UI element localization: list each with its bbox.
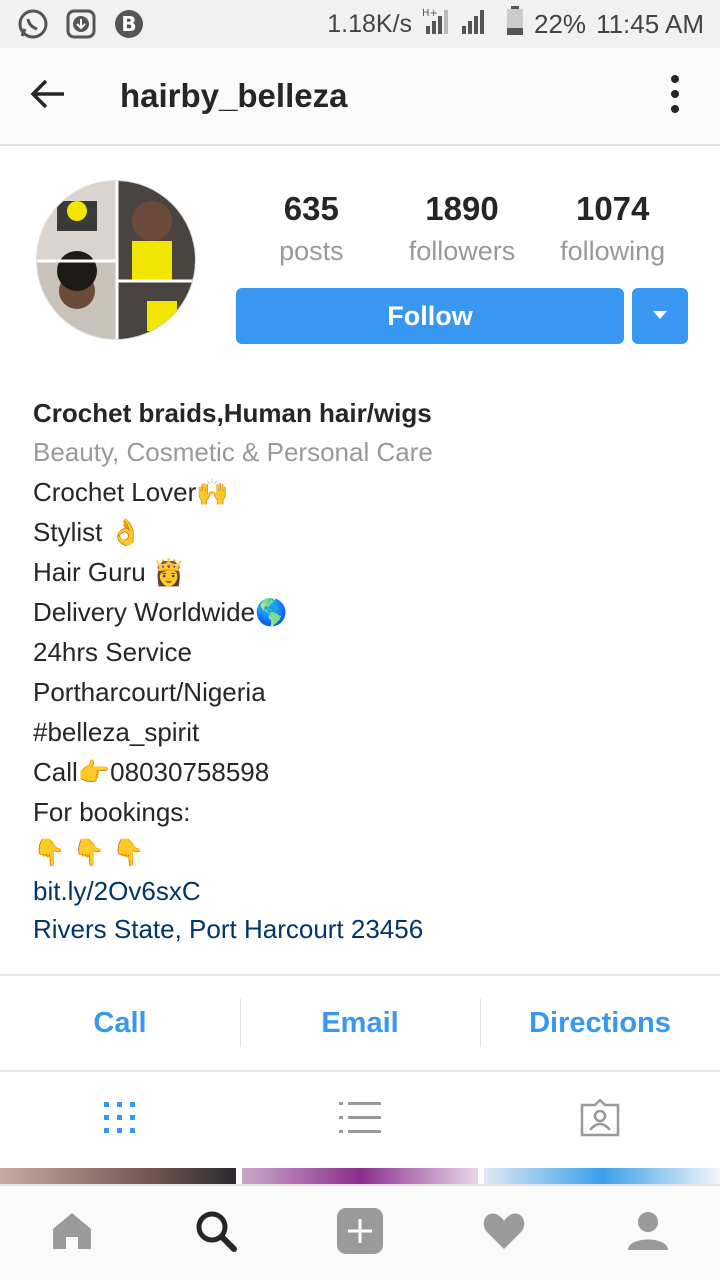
bio-line: 👇 👇 👇 (33, 837, 145, 867)
tab-list[interactable] (240, 1072, 480, 1168)
profile-stats: 635 posts 1890 followers 1074 following (236, 190, 688, 267)
post-thumbnail[interactable] (0, 1168, 236, 1184)
whatsapp-icon (16, 7, 50, 41)
add-post-icon (336, 1207, 384, 1260)
back-arrow-icon (30, 78, 66, 115)
posts-grid (0, 1168, 720, 1184)
followers-count-value: 1890 (425, 190, 499, 227)
clock: 11:45 AM (596, 8, 704, 39)
post-thumbnail[interactable] (484, 1168, 720, 1184)
signal-icon: H+ (422, 6, 496, 43)
bio-line: Stylist 👌 (33, 517, 142, 547)
followers-count-label: followers (408, 236, 516, 266)
home-icon (51, 1211, 93, 1256)
bio-category: Beauty, Cosmetic & Personal Care (33, 437, 433, 467)
directions-button[interactable]: Directions (480, 999, 720, 1047)
bottom-navigation (0, 1184, 720, 1280)
profile-avatar[interactable] (36, 180, 196, 340)
suggestions-dropdown-button[interactable] (632, 288, 688, 344)
profile-header: hairby_belleza (0, 48, 720, 146)
tagged-photos-icon (579, 1097, 621, 1142)
bio-line: For bookings: (33, 797, 191, 827)
bio-line: Hair Guru 👸 (33, 557, 186, 587)
tab-grid[interactable] (0, 1072, 240, 1168)
follow-button[interactable]: Follow (236, 288, 624, 344)
bio-website-link[interactable]: bit.ly/2Ov6sxC (33, 872, 693, 910)
profile-bio: Crochet braids,Human hair/wigs Beauty, C… (33, 394, 693, 948)
nav-home[interactable] (0, 1186, 144, 1280)
email-button[interactable]: Email (240, 999, 480, 1047)
network-speed: 1.18K/s (327, 9, 413, 38)
bio-line: Delivery Worldwide🌎 (33, 597, 288, 627)
search-icon (195, 1210, 237, 1257)
posts-count-value: 635 (283, 190, 339, 227)
profile-icon (627, 1210, 669, 1257)
profile-view-tabs (0, 1072, 720, 1168)
svg-text:B: B (121, 12, 136, 36)
nav-search[interactable] (144, 1186, 288, 1280)
caret-down-icon (652, 307, 668, 325)
download-icon (64, 7, 98, 41)
grid-icon (102, 1100, 138, 1141)
call-button[interactable]: Call (0, 999, 240, 1047)
bio-name: Crochet braids,Human hair/wigs (33, 398, 432, 428)
battery-level: 22% (534, 8, 587, 39)
nav-new-post[interactable] (288, 1186, 432, 1280)
posts-count[interactable]: 635 posts (236, 190, 387, 267)
bio-line: Call👉08030758598 (33, 757, 270, 787)
list-icon (339, 1100, 381, 1141)
bio-line: 24hrs Service (33, 637, 192, 667)
post-thumbnail[interactable] (242, 1168, 478, 1184)
status-bar: B 1.18K/s H+ 22% 11:45 AM (0, 0, 720, 48)
contact-actions: Call Email Directions (0, 974, 720, 1072)
heart-icon (482, 1211, 526, 1256)
more-vertical-icon (670, 74, 680, 119)
profile-username: hairby_belleza (120, 77, 348, 114)
following-count-value: 1074 (575, 190, 650, 227)
bio-line: Crochet Lover🙌 (33, 477, 229, 507)
following-count-label: following (560, 236, 666, 266)
back-button[interactable] (0, 47, 96, 145)
battery-icon (506, 5, 524, 43)
posts-count-label: posts (279, 236, 344, 266)
following-count[interactable]: 1074 following (537, 190, 688, 267)
app-notification-icon: B (112, 7, 146, 41)
nav-profile[interactable] (576, 1186, 720, 1280)
svg-text:H+: H+ (422, 8, 438, 19)
nav-activity[interactable] (432, 1186, 576, 1280)
bio-hashtag[interactable]: #belleza_spirit (33, 712, 693, 752)
bio-line: Portharcourt/Nigeria (33, 677, 266, 707)
followers-count[interactable]: 1890 followers (387, 190, 538, 267)
bio-address-link[interactable]: Rivers State, Port Harcourt 23456 (33, 910, 693, 948)
more-options-button[interactable] (630, 47, 720, 145)
tab-tagged[interactable] (480, 1072, 720, 1168)
